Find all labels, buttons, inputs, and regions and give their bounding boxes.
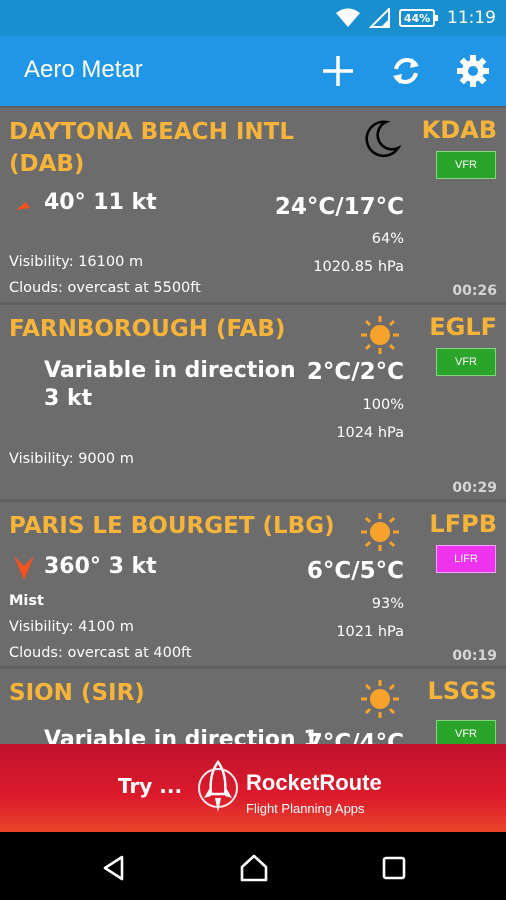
temperature: 7°C/4°C xyxy=(306,730,404,744)
report-age: 00:19 xyxy=(452,648,497,664)
station-name: SION (SIR) xyxy=(9,680,145,706)
add-icon xyxy=(323,56,353,86)
recents-button[interactable] xyxy=(376,850,412,886)
temperature: 2°C/2°C xyxy=(306,359,404,385)
station-code: EGLF xyxy=(429,313,497,341)
ad-tagline: Flight Planning Apps xyxy=(246,801,365,816)
humidity: 64% xyxy=(371,231,404,247)
flight-category-badge: LIFR xyxy=(436,545,496,573)
app-title: Aero Metar xyxy=(24,56,143,83)
status-time: 11:19 xyxy=(447,8,496,28)
pressure: 1021 hPa xyxy=(336,624,404,640)
ad-try-text: Try ... xyxy=(118,774,183,798)
ad-brand: RocketRoute xyxy=(246,770,382,795)
station-code: KDAB xyxy=(421,116,497,144)
wind-direction-icon xyxy=(16,194,36,210)
ad-banner[interactable]: Try ... RocketRoute Flight Planning Apps xyxy=(0,744,506,832)
flight-category-badge: VFR xyxy=(436,151,496,179)
station-card-lsgs[interactable]: SION (SIR) LSGS VFR Variable in directio… xyxy=(0,669,506,744)
wind-value: 40° 11 kt xyxy=(44,190,157,215)
status-icons: 44% 11:19 xyxy=(335,6,496,30)
app-bar: Aero Metar xyxy=(0,36,506,106)
station-name: PARIS LE BOURGET (LBG) xyxy=(9,513,335,539)
add-button[interactable] xyxy=(317,50,359,92)
back-button[interactable] xyxy=(96,850,132,886)
pressure: 1024 hPa xyxy=(336,425,404,441)
pressure: 1020.85 hPa xyxy=(313,259,404,275)
station-card-eglf[interactable]: FARNBOROUGH (FAB) EGLF VFR Variable in d… xyxy=(0,305,506,499)
sun-icon xyxy=(361,513,399,551)
home-icon xyxy=(240,854,268,882)
report-age: 00:26 xyxy=(452,283,497,299)
recents-icon xyxy=(382,856,406,880)
station-name: DAYTONA BEACH INTL (DAB) xyxy=(9,119,294,177)
temperature: 24°C/17°C xyxy=(274,194,404,220)
station-card-kdab[interactable]: DAYTONA BEACH INTL (DAB) KDAB VFR 40° 11… xyxy=(0,108,506,302)
humidity: 93% xyxy=(371,596,404,612)
battery-level: 44% xyxy=(403,11,431,25)
navigation-bar xyxy=(0,832,506,900)
wind-value: Variable in direction 3 kt xyxy=(44,358,296,411)
report-age: 00:29 xyxy=(452,480,497,496)
visibility: Visibility: 4100 m xyxy=(9,619,134,635)
signal-icon xyxy=(369,8,390,28)
settings-button[interactable] xyxy=(452,50,494,92)
wind-value: Variable in direction 1 xyxy=(44,727,319,744)
settings-icon xyxy=(457,55,489,87)
sun-icon xyxy=(361,680,399,718)
station-code: LSGS xyxy=(427,677,497,705)
refresh-button[interactable] xyxy=(385,50,427,92)
moon-icon xyxy=(365,120,402,158)
refresh-icon xyxy=(393,58,419,84)
status-bar: 44% 11:19 xyxy=(0,0,506,36)
visibility: Visibility: 9000 m xyxy=(9,451,134,467)
wind-direction-icon xyxy=(14,556,34,580)
rocket-icon xyxy=(198,759,238,812)
flight-category-badge: VFR xyxy=(436,348,496,376)
flight-category-badge: VFR xyxy=(436,720,496,744)
home-button[interactable] xyxy=(236,850,272,886)
station-name: FARNBOROUGH (FAB) xyxy=(9,316,286,342)
back-icon xyxy=(103,855,124,881)
visibility: Visibility: 16100 m xyxy=(9,254,144,270)
station-card-lfpb[interactable]: PARIS LE BOURGET (LBG) LFPB LIFR 360° 3 … xyxy=(0,502,506,666)
sun-icon xyxy=(361,316,399,354)
humidity: 100% xyxy=(362,397,404,413)
battery-icon: 44% xyxy=(399,9,438,27)
weather-condition: Mist xyxy=(9,593,44,609)
temperature: 6°C/5°C xyxy=(306,558,404,584)
wifi-icon xyxy=(336,8,360,27)
station-code: LFPB xyxy=(429,510,497,538)
clouds: Clouds: overcast at 400ft xyxy=(9,645,192,661)
wind-value: 360° 3 kt xyxy=(44,554,157,579)
clouds: Clouds: overcast at 5500ft xyxy=(9,280,201,296)
station-list[interactable]: DAYTONA BEACH INTL (DAB) KDAB VFR 40° 11… xyxy=(0,108,506,744)
